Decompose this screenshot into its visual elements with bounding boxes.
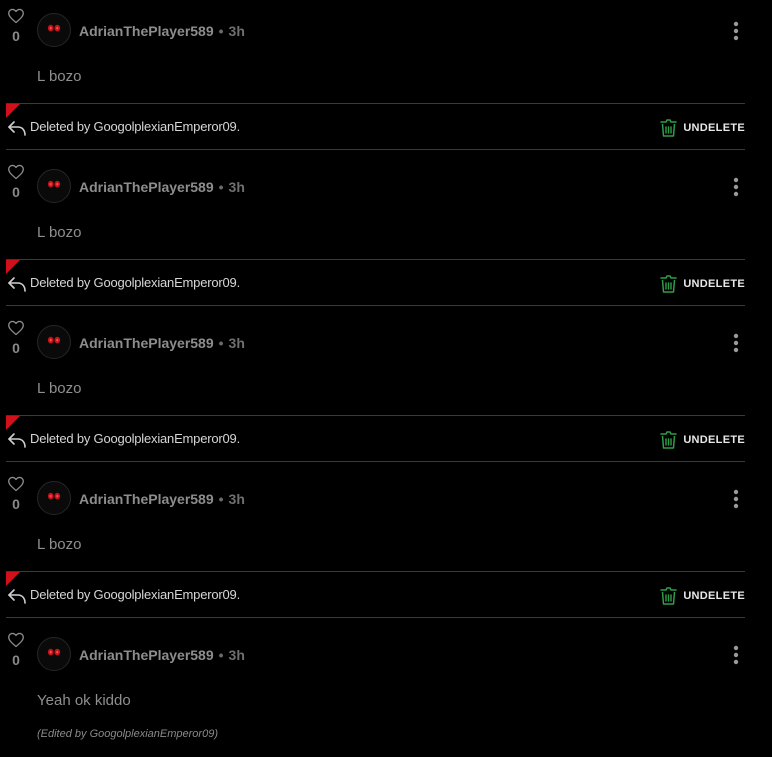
- undelete-label: UNDELETE: [683, 590, 745, 602]
- meta-separator: •: [218, 23, 224, 39]
- meta-separator: •: [218, 647, 224, 663]
- deleted-notice-bar: Deleted by GoogolplexianEmperor09. UNDEL…: [6, 259, 745, 306]
- meta-separator: •: [218, 179, 224, 195]
- like-count: 0: [12, 28, 20, 44]
- kebab-menu-icon[interactable]: [729, 20, 743, 42]
- avatar[interactable]: [37, 325, 71, 359]
- heart-icon[interactable]: [7, 320, 25, 336]
- comment-text: L bozo: [37, 224, 82, 241]
- kebab-menu-icon[interactable]: [729, 332, 743, 354]
- comment-text: L bozo: [37, 536, 82, 553]
- deleted-flag-marker: [6, 104, 20, 118]
- reply-arrow-icon: [8, 277, 26, 292]
- comment-text: L bozo: [37, 380, 82, 397]
- avatar[interactable]: [37, 13, 71, 47]
- deleted-flag-marker: [6, 416, 20, 430]
- like-count: 0: [12, 184, 20, 200]
- undelete-button[interactable]: UNDELETE: [660, 118, 745, 138]
- meta-separator: •: [218, 491, 224, 507]
- like-control: 0: [6, 632, 26, 668]
- comment-meta: AdrianThePlayer589 • 3h: [79, 23, 245, 39]
- deleted-notice-text: Deleted by GoogolplexianEmperor09.: [30, 119, 240, 134]
- timestamp: 3h: [228, 491, 245, 507]
- deleted-notice-text: Deleted by GoogolplexianEmperor09.: [30, 587, 240, 602]
- comment-item: 0 AdrianThePlayer589 • 3h L bozo Deleted…: [0, 156, 772, 312]
- edited-note: (Edited by GoogolplexianEmperor09): [37, 728, 218, 740]
- trash-restore-icon: [660, 275, 678, 293]
- avatar-eyes-icon: [47, 24, 61, 32]
- comment-meta: AdrianThePlayer589 • 3h: [79, 179, 245, 195]
- avatar[interactable]: [37, 169, 71, 203]
- like-control: 0: [6, 164, 26, 200]
- timestamp: 3h: [228, 647, 245, 663]
- reply-arrow-icon: [8, 433, 26, 448]
- avatar[interactable]: [37, 637, 71, 671]
- undelete-button[interactable]: UNDELETE: [660, 274, 745, 294]
- undelete-label: UNDELETE: [683, 434, 745, 446]
- avatar-eyes-icon: [47, 180, 61, 188]
- timestamp: 3h: [228, 179, 245, 195]
- comment-item: 0 AdrianThePlayer589 • 3h Yeah ok kiddo (E…: [0, 624, 772, 757]
- like-control: 0: [6, 8, 26, 44]
- kebab-menu-icon[interactable]: [729, 644, 743, 666]
- username-link[interactable]: AdrianThePlayer589: [79, 335, 214, 351]
- undelete-button[interactable]: UNDELETE: [660, 430, 745, 450]
- timestamp: 3h: [228, 23, 245, 39]
- comment-meta: AdrianThePlayer589 • 3h: [79, 335, 245, 351]
- username-link[interactable]: AdrianThePlayer589: [79, 23, 214, 39]
- reply-arrow-icon: [8, 121, 26, 136]
- heart-icon[interactable]: [7, 8, 25, 24]
- trash-restore-icon: [660, 431, 678, 449]
- deleted-notice-text: Deleted by GoogolplexianEmperor09.: [30, 275, 240, 290]
- heart-icon[interactable]: [7, 164, 25, 180]
- comment-item: 0 AdrianThePlayer589 • 3h L bozo Deleted…: [0, 468, 772, 624]
- comment-text: L bozo: [37, 68, 82, 85]
- undelete-label: UNDELETE: [683, 122, 745, 134]
- timestamp: 3h: [228, 335, 245, 351]
- like-count: 0: [12, 340, 20, 356]
- username-link[interactable]: AdrianThePlayer589: [79, 647, 214, 663]
- comment-feed: 0 AdrianThePlayer589 • 3h L bozo Deleted…: [0, 0, 772, 757]
- like-count: 0: [12, 496, 20, 512]
- deleted-notice-bar: Deleted by GoogolplexianEmperor09. UNDEL…: [6, 571, 745, 618]
- deleted-notice-bar: Deleted by GoogolplexianEmperor09. UNDEL…: [6, 103, 745, 150]
- username-link[interactable]: AdrianThePlayer589: [79, 491, 214, 507]
- avatar-eyes-icon: [47, 648, 61, 656]
- deleted-notice-text: Deleted by GoogolplexianEmperor09.: [30, 431, 240, 446]
- reply-arrow-icon: [8, 589, 26, 604]
- deleted-flag-marker: [6, 572, 20, 586]
- comment-item: 0 AdrianThePlayer589 • 3h L bozo Deleted…: [0, 0, 772, 156]
- comment-meta: AdrianThePlayer589 • 3h: [79, 647, 245, 663]
- deleted-flag-marker: [6, 260, 20, 274]
- kebab-menu-icon[interactable]: [729, 176, 743, 198]
- comment-meta: AdrianThePlayer589 • 3h: [79, 491, 245, 507]
- like-control: 0: [6, 320, 26, 356]
- avatar-eyes-icon: [47, 336, 61, 344]
- kebab-menu-icon[interactable]: [729, 488, 743, 510]
- trash-restore-icon: [660, 119, 678, 137]
- comment-text: Yeah ok kiddo: [37, 692, 131, 709]
- comment-item: 0 AdrianThePlayer589 • 3h L bozo Deleted…: [0, 312, 772, 468]
- undelete-button[interactable]: UNDELETE: [660, 586, 745, 606]
- trash-restore-icon: [660, 587, 678, 605]
- heart-icon[interactable]: [7, 632, 25, 648]
- deleted-notice-bar: Deleted by GoogolplexianEmperor09. UNDEL…: [6, 415, 745, 462]
- username-link[interactable]: AdrianThePlayer589: [79, 179, 214, 195]
- like-control: 0: [6, 476, 26, 512]
- avatar[interactable]: [37, 481, 71, 515]
- like-count: 0: [12, 652, 20, 668]
- meta-separator: •: [218, 335, 224, 351]
- undelete-label: UNDELETE: [683, 278, 745, 290]
- heart-icon[interactable]: [7, 476, 25, 492]
- avatar-eyes-icon: [47, 492, 61, 500]
